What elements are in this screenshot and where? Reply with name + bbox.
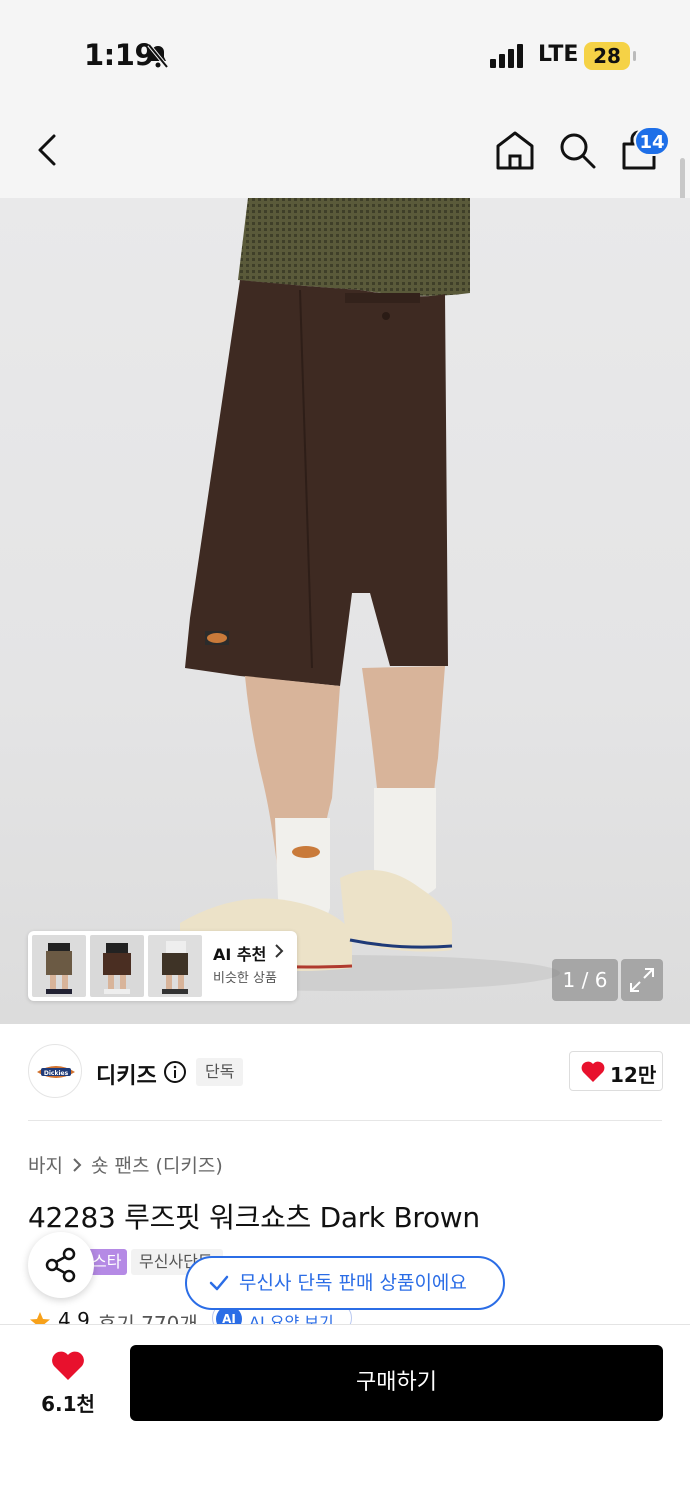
check-icon bbox=[209, 1275, 229, 1291]
brand-like-button[interactable]: 12만 bbox=[569, 1051, 663, 1091]
ai-recommend-title: AI 추천 bbox=[213, 945, 267, 964]
ai-recommend-card[interactable]: AI 추천 비슷한 상품 bbox=[28, 931, 297, 1001]
back-arrow-icon[interactable] bbox=[26, 128, 70, 172]
status-bar: 1:19 LTE 28 bbox=[0, 0, 690, 100]
exclusive-toast: 무신사 단독 판매 상품이에요 bbox=[185, 1256, 505, 1310]
image-counter: 1 / 6 bbox=[552, 959, 618, 1001]
recommend-thumbnail[interactable] bbox=[32, 935, 86, 997]
battery-indicator: 28 bbox=[584, 42, 636, 70]
recommend-thumbnail[interactable] bbox=[148, 935, 202, 997]
product-photo bbox=[120, 198, 560, 991]
brand-name[interactable]: 디키즈 bbox=[96, 1058, 157, 1090]
brand-logo[interactable]: Dickies bbox=[28, 1044, 82, 1098]
heart-icon[interactable] bbox=[50, 1350, 86, 1382]
network-type: LTE bbox=[538, 42, 579, 67]
bell-muted-icon bbox=[147, 43, 169, 69]
expand-icon[interactable] bbox=[621, 959, 663, 1001]
top-bar: 1:19 LTE 28 14 bbox=[0, 0, 690, 248]
buy-button[interactable]: 구매하기 bbox=[130, 1345, 663, 1421]
brand-like-count: 12만 bbox=[610, 1063, 657, 1087]
ai-recommend-subtitle: 비슷한 상품 bbox=[213, 971, 277, 986]
signal-icon bbox=[490, 44, 523, 68]
recommend-thumbnail[interactable] bbox=[90, 935, 144, 997]
info-icon[interactable] bbox=[163, 1060, 187, 1084]
status-time: 1:19 bbox=[84, 38, 155, 72]
product-title: 42283 루즈핏 워크쇼츠 Dark Brown bbox=[28, 1201, 480, 1234]
toast-message: 무신사 단독 판매 상품이에요 bbox=[239, 1272, 467, 1294]
svg-text:Dickies: Dickies bbox=[44, 1070, 69, 1077]
share-icon bbox=[45, 1247, 76, 1283]
divider bbox=[28, 1120, 662, 1121]
home-icon[interactable] bbox=[494, 128, 536, 172]
dickies-logo-icon: Dickies bbox=[37, 1066, 75, 1078]
search-icon[interactable] bbox=[556, 128, 598, 172]
exclusive-tag: 단독 bbox=[196, 1058, 244, 1086]
product-image-gallery[interactable] bbox=[0, 198, 690, 1024]
breadcrumb: 바지 숏 팬츠 (디키즈) bbox=[28, 1151, 223, 1178]
chevron-right-icon bbox=[73, 1157, 82, 1172]
breadcrumb-category[interactable]: 바지 bbox=[28, 1151, 63, 1178]
share-button[interactable] bbox=[28, 1232, 94, 1298]
cart-count-badge: 14 bbox=[634, 126, 670, 156]
heart-icon bbox=[581, 1061, 605, 1082]
breadcrumb-subcategory[interactable]: 숏 팬츠 (디키즈) bbox=[91, 1151, 223, 1178]
wishlist-count: 6.1천 bbox=[41, 1392, 95, 1416]
chevron-right-icon bbox=[275, 944, 284, 958]
